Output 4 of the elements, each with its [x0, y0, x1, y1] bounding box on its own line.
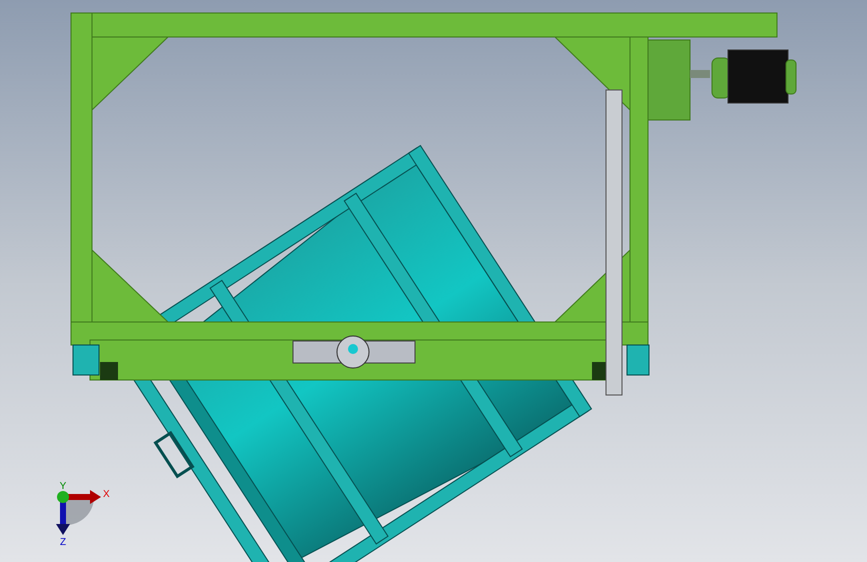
origin-sphere-icon — [57, 491, 69, 503]
axis-label: Z — [60, 537, 66, 548]
axis-label: X — [103, 489, 110, 500]
axis-label: Y — [60, 481, 66, 492]
